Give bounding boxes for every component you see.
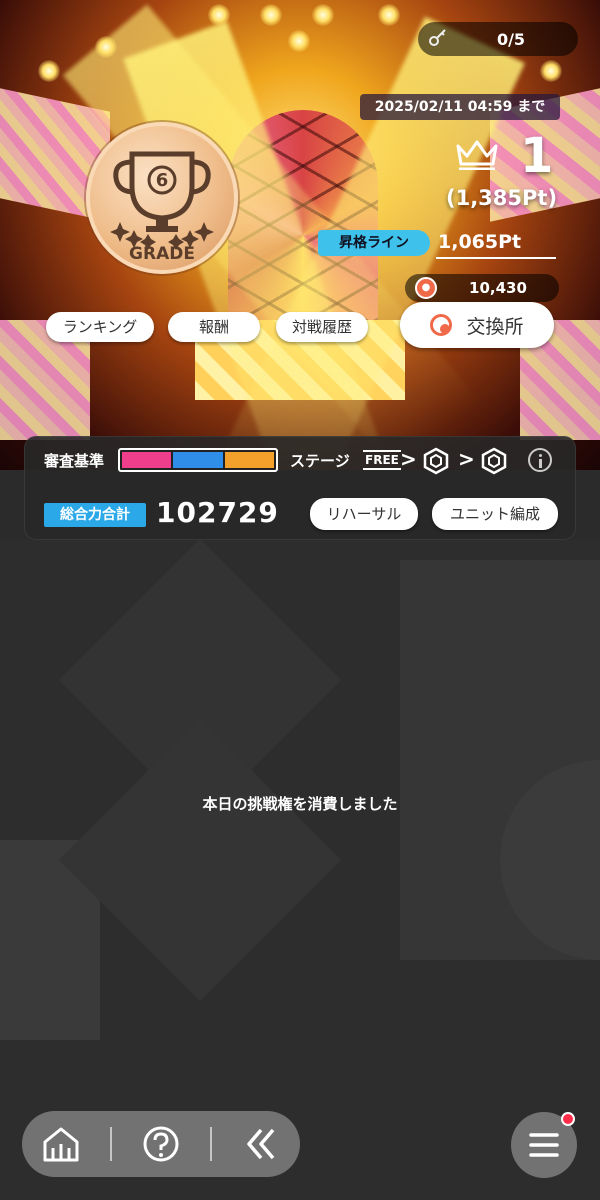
total-power-label: 総合力合計 [44,503,146,527]
stage-cube-icon [481,447,507,475]
stage-label: ステージ [290,452,350,470]
exchange-button[interactable]: 交換所 [400,302,554,348]
criteria-color-1 [122,452,172,468]
exchange-icon [430,314,453,336]
menu-icon [529,1133,559,1157]
coin-icon: ● [415,277,437,299]
promotion-line-label: 昇格ライン [318,230,430,256]
unit-formation-button[interactable]: ユニット編成 [432,498,558,530]
currency-value: 10,430 [469,279,527,297]
criteria-label: 審査基準 [44,452,105,470]
rank-position: 1 [520,128,554,184]
grade-label: GRADE [129,244,195,264]
back-button[interactable] [231,1114,291,1174]
status-message: 本日の挑戦権を消費しました [202,795,398,813]
bottom-nav [22,1111,300,1177]
back-icon [246,1128,274,1160]
nav-divider [209,1127,212,1161]
home-button[interactable] [31,1114,91,1174]
help-button[interactable] [131,1114,191,1174]
free-stage-label: FREE [363,450,401,470]
promotion-line-value: 1,065Pt [436,227,556,259]
ranking-button[interactable]: ランキング [46,312,154,342]
reward-button[interactable]: 報酬 [168,312,260,342]
criteria-bar [118,448,278,472]
currency-display: ● 10,430 [405,274,559,302]
rank-points: (1,385Pt) [446,186,558,210]
chevron-right-icon: > [458,447,475,471]
rehearsal-button[interactable]: リハーサル [310,498,418,530]
total-power-value: 102729 [156,496,279,529]
notification-dot [561,1112,575,1126]
home-icon [43,1127,79,1162]
nav-divider [110,1127,113,1161]
criteria-color-2 [173,452,223,468]
chevron-right-icon: > [400,447,417,471]
info-icon[interactable] [528,448,552,472]
challenge-counter: 0/5 [418,22,578,56]
key-icon [418,27,458,52]
grade-number: 6 [155,170,169,191]
bottom-background [0,540,600,1200]
battle-history-button[interactable]: 対戦履歴 [276,312,368,342]
criteria-color-3 [224,452,274,468]
grade-badge[interactable]: 6 GRADE [86,122,238,274]
stage-cube-icon [423,447,449,475]
challenge-count: 0/5 [496,29,526,49]
crown-icon [456,140,498,170]
deadline-label: 2025/02/11 04:59 まで [360,94,560,120]
exchange-label: 交換所 [466,315,524,338]
help-icon [143,1126,179,1162]
